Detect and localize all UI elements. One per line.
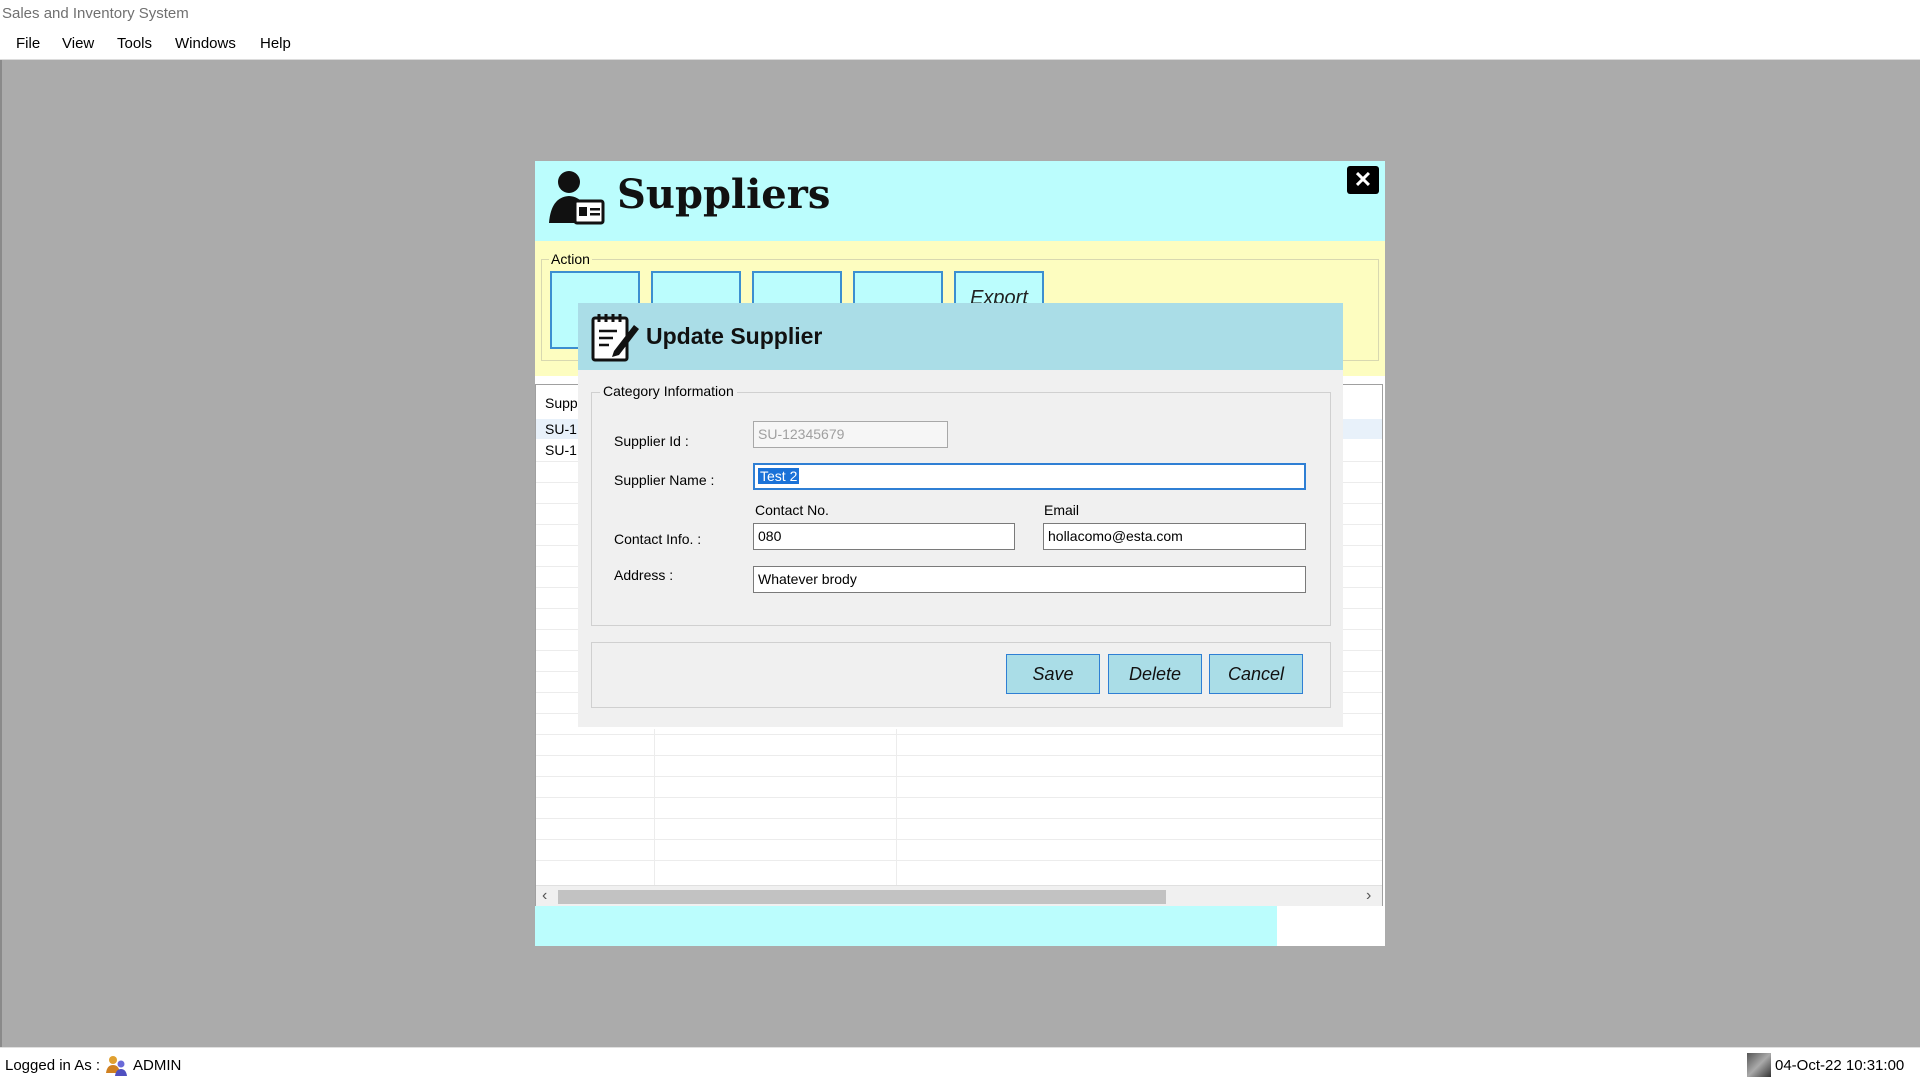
delete-button[interactable]: Delete [1108,654,1202,694]
notepad-pen-icon [591,314,639,362]
dialog-header: Update Supplier [578,303,1343,370]
status-bar: Logged in As : ADMIN 04-Oct-22 10:31:00 [0,1047,1920,1081]
menu-windows[interactable]: Windows [173,35,238,52]
clock-image-icon [1747,1053,1771,1077]
contact-no-field[interactable]: 080 [753,523,1015,550]
person-card-icon [549,171,605,225]
supplier-id-field[interactable]: SU-12345679 [753,421,948,448]
close-button[interactable]: ✕ [1347,166,1379,194]
grid-line [536,755,1382,756]
suppliers-footer [535,906,1385,946]
suppliers-title: Suppliers [617,171,831,218]
grid-header: Supp [545,395,578,411]
user-group-icon [106,1056,127,1076]
menu-help[interactable]: Help [258,35,293,52]
supplier-id-label: Supplier Id : [614,433,689,449]
supplier-name-label: Supplier Name : [614,472,715,488]
contact-info-label: Contact Info. : [614,531,702,547]
scroll-right-icon[interactable]: › [1366,887,1371,905]
contact-no-label: Contact No. [755,502,829,518]
current-user: ADMIN [133,1057,182,1074]
title-bar: Sales and Inventory System [0,0,1920,29]
update-supplier-dialog: Update Supplier Category Information Sup… [578,303,1343,727]
email-label: Email [1044,502,1080,518]
menu-tools[interactable]: Tools [115,35,154,52]
menu-bar: File View Tools Windows Help [0,29,1920,60]
address-field[interactable]: Whatever brody [753,566,1306,593]
grid-line [536,839,1382,840]
action-group-label: Action [549,251,592,267]
scrollbar-thumb[interactable] [558,890,1166,904]
menu-file[interactable]: File [14,35,42,52]
cancel-button[interactable]: Cancel [1209,654,1303,694]
app-title: Sales and Inventory System [2,5,189,22]
grid-column-line [654,729,655,885]
category-info-label: Category Information [600,383,737,399]
grid-line [536,860,1382,861]
horizontal-scrollbar[interactable]: ‹ › [536,885,1382,907]
grid-line [536,734,1382,735]
logged-in-label: Logged in As : [5,1057,101,1074]
grid-column-line [896,729,897,885]
status-datetime: 04-Oct-22 10:31:00 [1775,1057,1905,1074]
table-row[interactable]: SU-1: [545,442,581,458]
save-button[interactable]: Save [1006,654,1100,694]
dialog-title: Update Supplier [646,323,823,349]
scroll-left-icon[interactable]: ‹ [542,887,547,905]
menu-view[interactable]: View [60,35,96,52]
supplier-name-field[interactable]: Test 2 [753,463,1306,490]
email-field[interactable]: hollacomo@esta.com [1043,523,1306,550]
table-row[interactable]: SU-1: [545,421,581,437]
footer-bar [535,906,1277,946]
selected-text: Test 2 [758,468,800,484]
suppliers-header: Suppliers ✕ [535,161,1385,241]
grid-line [536,797,1382,798]
grid-line [536,818,1382,819]
close-icon: ✕ [1353,167,1373,192]
address-label: Address : [614,567,674,583]
grid-line [536,776,1382,777]
